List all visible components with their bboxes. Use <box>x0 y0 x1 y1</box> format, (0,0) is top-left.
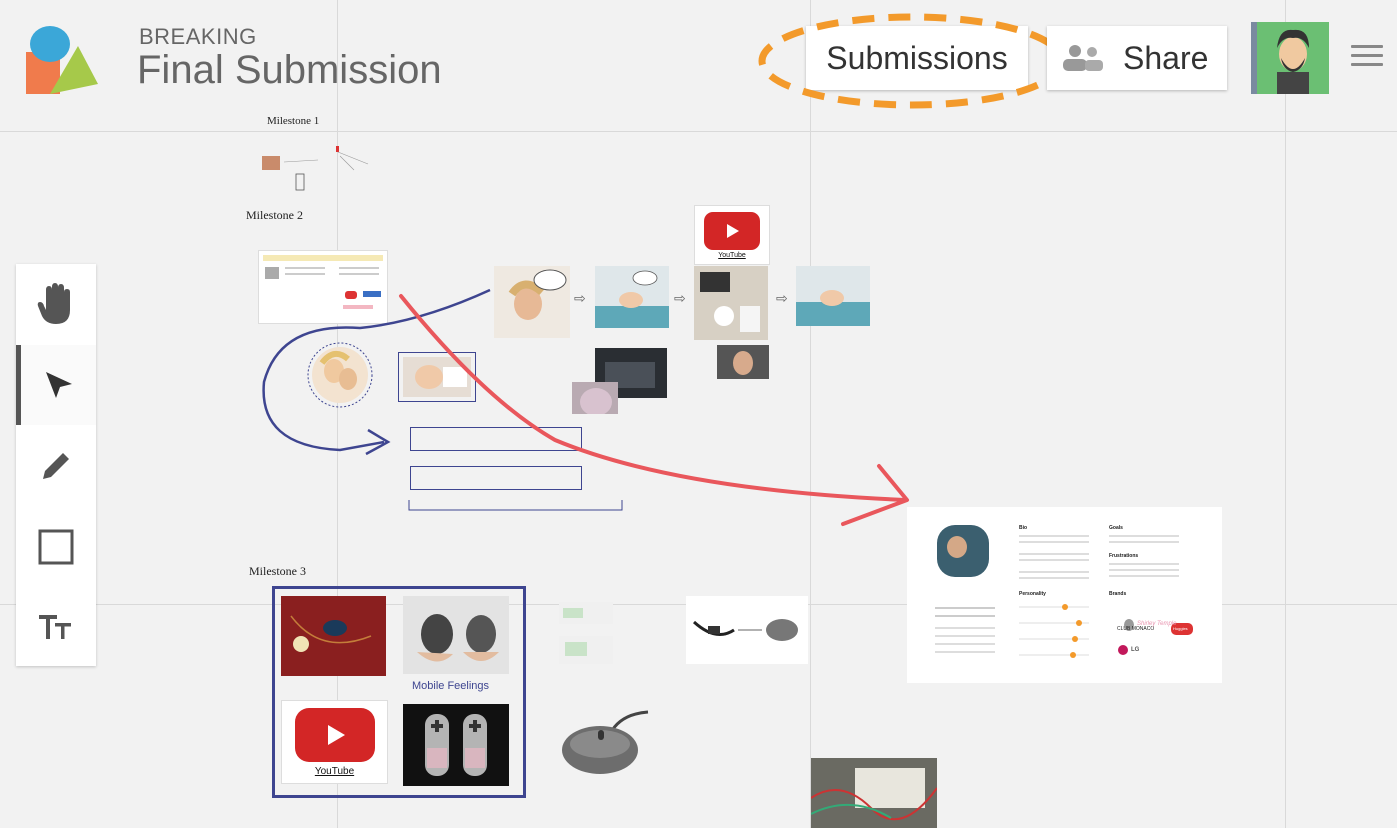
page-title: Final Submission <box>137 48 442 92</box>
pencil-icon <box>43 453 69 479</box>
youtube-play-icon <box>294 707 375 762</box>
mother-child-photo[interactable] <box>304 341 376 409</box>
persona-brands-heading: Brands <box>1109 591 1127 597</box>
pointer-tool[interactable] <box>16 345 96 425</box>
grid-line <box>0 131 1397 132</box>
mouse-concept-diagram[interactable] <box>686 596 808 664</box>
youtube-embed-top[interactable]: YouTube <box>694 205 770 265</box>
avatar-image <box>1277 29 1309 94</box>
user-avatar[interactable] <box>1251 22 1329 94</box>
hamburger-menu-icon[interactable] <box>1351 45 1383 69</box>
youtube-play-icon <box>704 211 760 250</box>
milestone-1-diagram <box>262 146 369 191</box>
youtube-caption: YouTube <box>314 765 355 777</box>
youtube-embed-bottom[interactable]: YouTube <box>281 700 388 784</box>
highlight-circle <box>758 13 1066 109</box>
grid-line <box>1285 0 1286 828</box>
brand-shirley-temple: Shirley Temple <box>1137 621 1177 627</box>
pointer-icon <box>45 372 72 398</box>
app-logo <box>26 26 98 94</box>
hand-icon <box>37 283 70 324</box>
computer-mouse-image[interactable] <box>560 704 650 780</box>
hands-mice-photo[interactable] <box>403 596 509 674</box>
persona-frustrations-heading: Frustrations <box>1109 553 1139 559</box>
pencil-tool[interactable] <box>16 426 96 506</box>
milestone-1-label: Milestone 1 <box>267 115 320 127</box>
circuit-photo[interactable] <box>281 596 386 676</box>
persona-personality-heading: Personality <box>1019 591 1046 597</box>
hand-tool[interactable] <box>16 264 96 344</box>
text-icon <box>39 615 71 639</box>
mice-dark-photo[interactable] <box>403 704 509 786</box>
persona-document[interactable]: Bio Goals Frustrations Personality Brand… <box>907 507 1222 683</box>
milestone-3-label: Milestone 3 <box>249 564 306 578</box>
electronics-photo[interactable] <box>811 758 937 828</box>
breadboard-diagrams[interactable] <box>559 600 615 668</box>
share-label: Share <box>1123 39 1209 76</box>
milestone-2-label: Milestone 2 <box>246 208 303 222</box>
persona-bio-heading: Bio <box>1019 525 1028 531</box>
persona-layout <box>935 525 1193 658</box>
persona-goals-heading: Goals <box>1109 525 1123 531</box>
text-tool[interactable] <box>16 588 96 668</box>
breadcrumb: BREAKING <box>139 24 257 49</box>
share-button[interactable]: Share <box>1047 26 1227 90</box>
people-icon <box>1063 45 1103 71</box>
rectangle-icon <box>38 529 74 565</box>
red-connector-arrow <box>399 294 909 526</box>
youtube-caption: YouTube <box>718 251 746 259</box>
brand-lg: LG <box>1131 647 1140 653</box>
drawing-toolbar <box>16 264 96 666</box>
rectangle-tool[interactable] <box>16 507 96 587</box>
mobile-feelings-caption: Mobile Feelings <box>412 680 490 692</box>
